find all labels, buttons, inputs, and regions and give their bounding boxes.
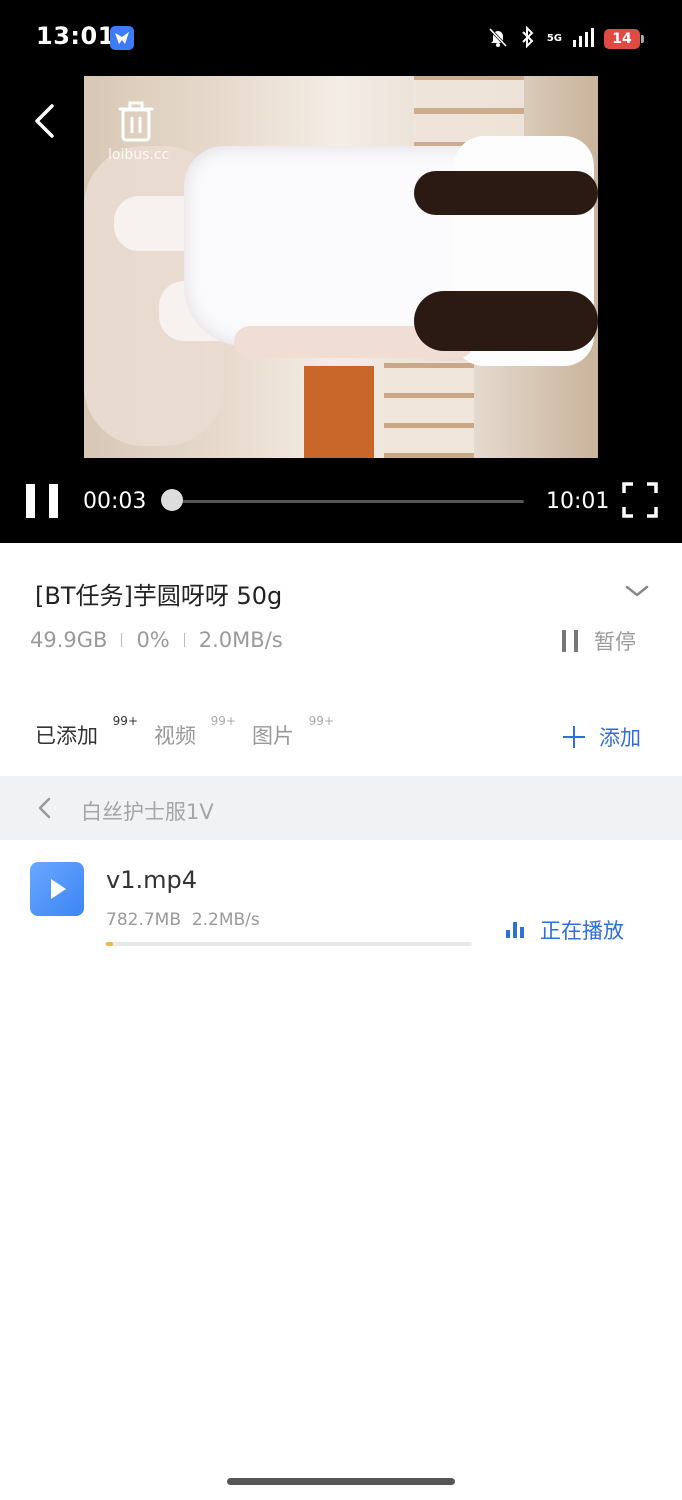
tab-label: 已添加 — [35, 724, 98, 748]
status-bar: 13:01 5G 14 — [0, 0, 682, 76]
pause-task-label: 暂停 — [594, 630, 636, 654]
seek-thumb[interactable] — [160, 489, 183, 511]
video-frame[interactable] — [84, 76, 598, 458]
file-size: 782.7MB — [106, 910, 181, 930]
tab-badge: 99+ — [308, 714, 334, 728]
video-scene-floor — [304, 366, 374, 458]
delete-button[interactable] — [112, 100, 160, 144]
home-indicator[interactable] — [227, 1478, 455, 1485]
folder-breadcrumb: 白丝护士服1V — [0, 776, 682, 840]
tab-videos[interactable]: 视频 99+ — [154, 714, 236, 750]
back-button[interactable] — [28, 100, 64, 142]
add-button[interactable]: 添加 — [563, 722, 641, 752]
pause-button[interactable] — [26, 484, 58, 518]
file-name: v1.mp4 — [106, 866, 197, 894]
tab-images[interactable]: 图片 99+ — [252, 714, 334, 750]
equalizer-icon — [506, 922, 524, 938]
task-title: [BT任务]芋圆呀呀 50g — [35, 582, 283, 610]
battery-indicator: 14 — [604, 29, 644, 49]
tab-badge: 99+ — [210, 714, 236, 728]
content-tabs: 已添加 99+ 视频 99+ 图片 99+ — [35, 714, 334, 750]
video-scene-shelf-lower — [384, 361, 474, 458]
add-label: 添加 — [599, 726, 641, 750]
bluetooth-icon — [519, 25, 537, 52]
video-scene-hair — [414, 291, 598, 351]
folder-back-button[interactable] — [36, 796, 54, 820]
pause-icon — [562, 630, 578, 652]
task-speed: 2.0MB/s — [198, 628, 283, 652]
chevron-down-icon[interactable] — [622, 578, 652, 604]
seek-bar[interactable] — [170, 500, 524, 503]
tab-label: 图片 — [252, 724, 294, 748]
file-progress-bar — [106, 942, 472, 946]
app-notification-icon — [110, 26, 134, 50]
divider — [183, 633, 185, 647]
signal-icon — [572, 26, 594, 52]
folder-name: 白丝护士服1V — [81, 800, 214, 824]
network-label: 5G — [546, 33, 562, 44]
pause-task-button[interactable]: 暂停 — [562, 626, 636, 656]
video-file-icon — [30, 862, 84, 916]
now-playing-indicator[interactable]: 正在播放 — [506, 915, 624, 945]
divider — [121, 633, 123, 647]
mute-bell-icon — [487, 26, 509, 52]
tab-badge: 99+ — [112, 714, 138, 728]
file-meta: 782.7MB 2.2MB/s — [106, 910, 260, 930]
fullscreen-button[interactable] — [622, 482, 658, 518]
player-controls: 00:03 10:01 — [0, 470, 682, 534]
now-playing-label: 正在播放 — [540, 919, 624, 943]
tab-added[interactable]: 已添加 99+ — [35, 714, 138, 750]
total-time: 10:01 — [546, 489, 610, 514]
tab-label: 视频 — [154, 724, 196, 748]
plus-icon — [563, 726, 585, 748]
status-time: 13:01 — [36, 22, 115, 50]
task-percent: 0% — [136, 628, 170, 652]
current-time: 00:03 — [83, 489, 147, 514]
video-watermark: loibus.cc — [108, 147, 170, 163]
file-row[interactable]: v1.mp4 782.7MB 2.2MB/s 正在播放 — [0, 850, 682, 960]
file-speed: 2.2MB/s — [191, 910, 260, 930]
video-scene-hair — [414, 171, 598, 215]
task-size: 49.9GB — [30, 628, 108, 652]
status-icons: 5G 14 — [487, 25, 644, 52]
video-player[interactable]: 13:01 5G 14 loibus.cc 00:03 10:01 — [0, 0, 682, 543]
file-progress-fill — [106, 942, 114, 946]
task-stats: 49.9GB 0% 2.0MB/s — [30, 628, 283, 652]
